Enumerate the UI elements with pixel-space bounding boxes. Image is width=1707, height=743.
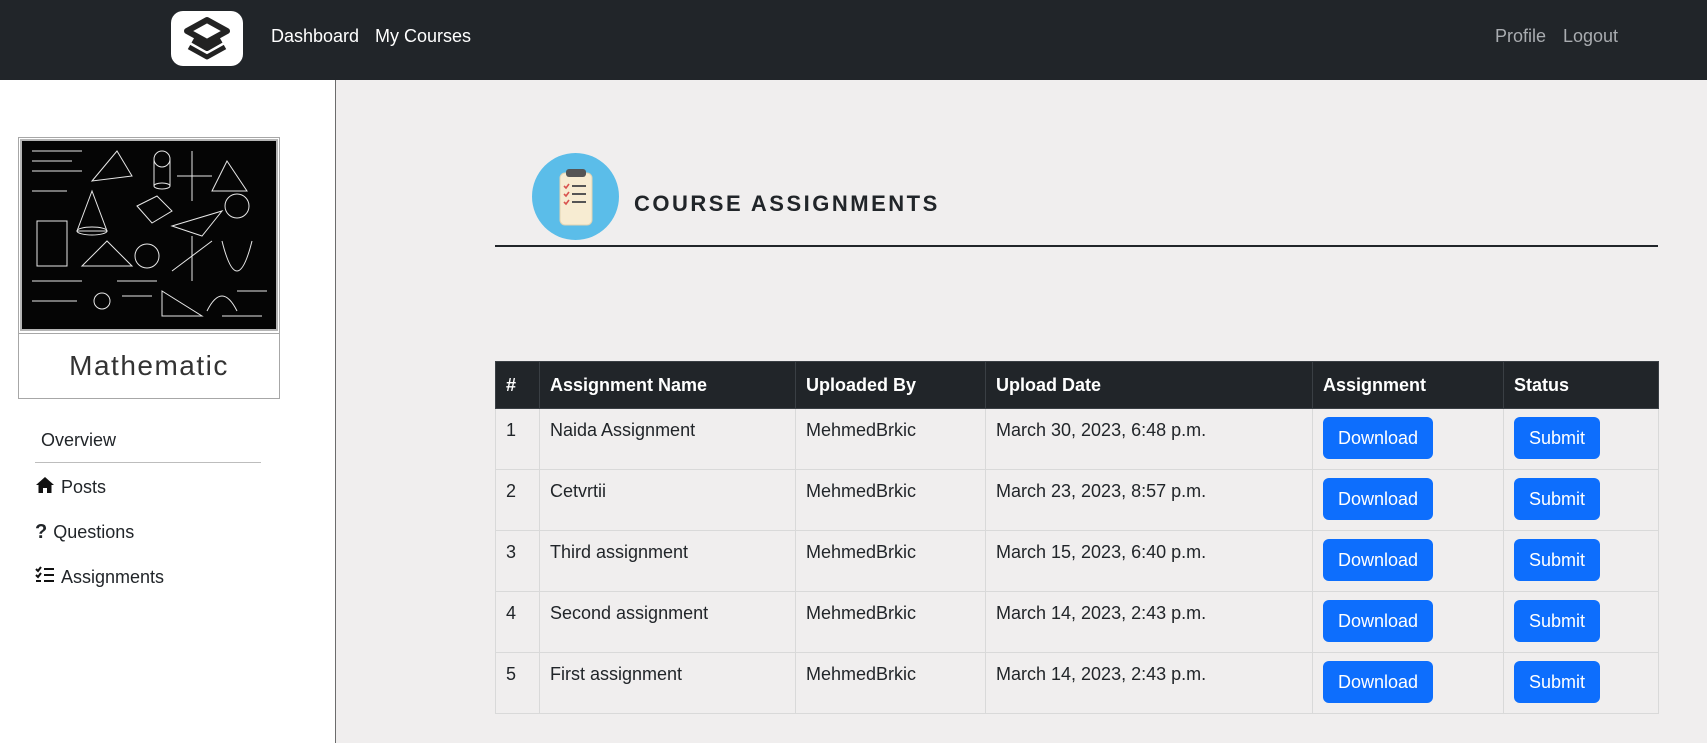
assignment-name: Cetvrtii [539, 469, 796, 531]
column-header: Assignment Name [539, 361, 796, 409]
table-row: 5 First assignment MehmedBrkic March 14,… [495, 652, 1659, 714]
sidebar-item-overview[interactable]: Overview [41, 430, 116, 451]
sidebar-item-questions[interactable]: ? Questions [35, 521, 134, 544]
upload-date: March 14, 2023, 2:43 p.m. [985, 652, 1313, 714]
uploaded-by: MehmedBrkic [795, 530, 986, 592]
course-image [20, 139, 278, 331]
sidebar-item-assignments[interactable]: Assignments [35, 566, 164, 589]
submit-button[interactable]: Submit [1514, 478, 1601, 520]
row-number: 4 [495, 591, 540, 653]
course-card: Mathematic [18, 137, 280, 399]
column-header: Uploaded By [795, 361, 986, 409]
download-button[interactable]: Download [1323, 417, 1434, 459]
assignment-name: First assignment [539, 652, 796, 714]
math-blackboard-illustration [32, 150, 267, 317]
submit-button[interactable]: Submit [1514, 539, 1601, 581]
column-header: Assignment [1312, 361, 1504, 409]
download-button[interactable]: Download [1323, 661, 1434, 703]
column-header: Status [1503, 361, 1659, 409]
sidebar: Mathematic Overview Posts ? Questions As… [0, 80, 336, 743]
submit-button[interactable]: Submit [1514, 600, 1601, 642]
table-row: 1 Naida Assignment MehmedBrkic March 30,… [495, 408, 1659, 470]
sidebar-item-label: Assignments [61, 567, 165, 587]
row-number: 5 [495, 652, 540, 714]
logo-icon [184, 16, 230, 59]
table-row: 2 Cetvrtii MehmedBrkic March 23, 2023, 8… [495, 469, 1659, 531]
uploaded-by: MehmedBrkic [795, 408, 986, 470]
nav-logout[interactable]: Logout [1563, 26, 1618, 47]
upload-date: March 23, 2023, 8:57 p.m. [985, 469, 1313, 531]
sidebar-item-label: Posts [61, 477, 107, 497]
top-navbar: Dashboard My Courses Profile Logout [0, 0, 1707, 80]
submit-button[interactable]: Submit [1514, 661, 1601, 703]
row-number: 2 [495, 469, 540, 531]
column-header: Upload Date [985, 361, 1313, 409]
clipboard-icon [532, 153, 619, 240]
nav-my-courses[interactable]: My Courses [375, 26, 471, 47]
download-button[interactable]: Download [1323, 600, 1434, 642]
uploaded-by: MehmedBrkic [795, 591, 986, 653]
table-row: 4 Second assignment MehmedBrkic March 14… [495, 591, 1659, 653]
checklist-icon [35, 566, 55, 589]
row-number: 3 [495, 530, 540, 592]
upload-date: March 30, 2023, 6:48 p.m. [985, 408, 1313, 470]
sidebar-item-posts[interactable]: Posts [35, 476, 106, 499]
page-title: COURSE ASSIGNMENTS [634, 191, 940, 216]
assignment-name: Naida Assignment [539, 408, 796, 470]
uploaded-by: MehmedBrkic [795, 652, 986, 714]
nav-profile[interactable]: Profile [1495, 26, 1546, 47]
submit-button[interactable]: Submit [1514, 417, 1601, 459]
sidebar-item-label: Questions [53, 522, 135, 542]
home-icon [35, 476, 55, 499]
table-header-row: # Assignment Name Uploaded By Upload Dat… [495, 361, 1659, 409]
download-button[interactable]: Download [1323, 539, 1434, 581]
uploaded-by: MehmedBrkic [795, 469, 986, 531]
assignments-table: # Assignment Name Uploaded By Upload Dat… [495, 361, 1659, 714]
title-divider [495, 245, 1658, 247]
nav-dashboard[interactable]: Dashboard [271, 26, 359, 47]
upload-date: March 15, 2023, 6:40 p.m. [985, 530, 1313, 592]
download-button[interactable]: Download [1323, 478, 1434, 520]
assignment-name: Third assignment [539, 530, 796, 592]
sidebar-divider [35, 462, 261, 463]
logo[interactable] [171, 11, 243, 66]
table-row: 3 Third assignment MehmedBrkic March 15,… [495, 530, 1659, 592]
row-number: 1 [495, 408, 540, 470]
assignment-name: Second assignment [539, 591, 796, 653]
question-icon: ? [35, 521, 48, 543]
column-header: # [495, 361, 540, 409]
upload-date: March 14, 2023, 2:43 p.m. [985, 591, 1313, 653]
sidebar-item-label: Overview [41, 430, 117, 450]
course-title: Mathematic [19, 333, 279, 398]
